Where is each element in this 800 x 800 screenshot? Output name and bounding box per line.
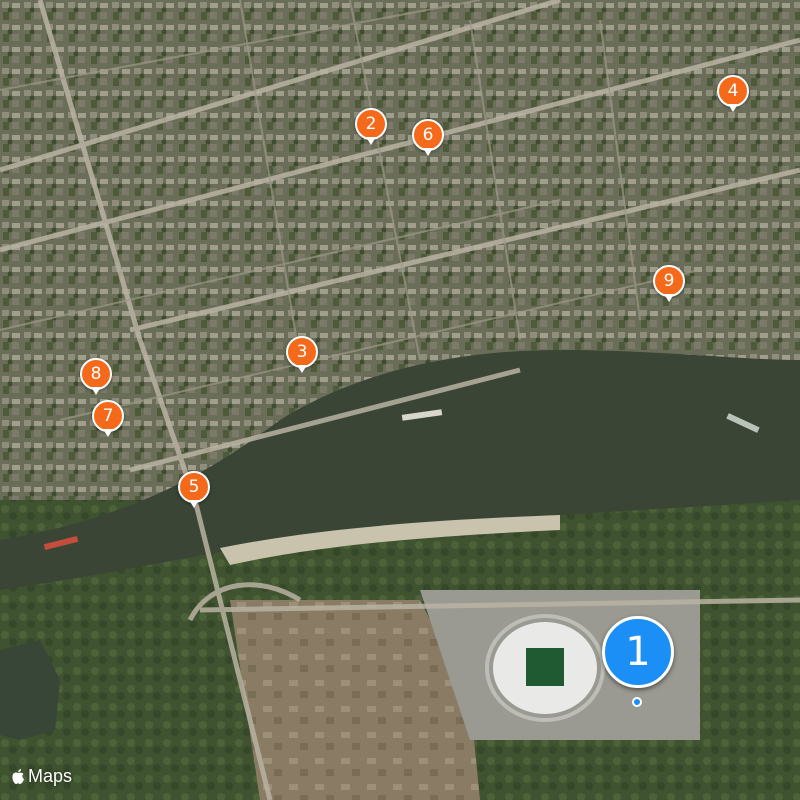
map-pin-5[interactable]: 5 <box>178 471 210 511</box>
pin-tail <box>664 294 674 302</box>
maps-attribution[interactable]: Maps <box>10 766 72 787</box>
pin-tail <box>297 365 307 373</box>
location-dot <box>632 697 642 707</box>
map-pin-8[interactable]: 8 <box>80 358 112 398</box>
map-pin-icon: 2 <box>365 114 377 134</box>
map-pin-icon: 5 <box>188 477 200 497</box>
map-pin-3[interactable]: 3 <box>286 336 318 376</box>
map-pin-6[interactable]: 6 <box>412 119 444 159</box>
map-pin-7[interactable]: 7 <box>92 400 124 440</box>
pin-tail <box>91 387 101 395</box>
pin-tail <box>103 429 113 437</box>
selected-location-pin-icon: 1 <box>625 629 651 675</box>
pin-tail <box>366 137 376 145</box>
maps-brand-label: Maps <box>28 766 73 786</box>
map-pin-9[interactable]: 9 <box>653 265 685 305</box>
map-pin-icon: 9 <box>663 271 675 291</box>
map-pin-icon: 4 <box>727 81 739 101</box>
map-pin-2[interactable]: 2 <box>355 108 387 148</box>
map-pin-icon: 8 <box>90 364 102 384</box>
map-pin-icon: 7 <box>102 406 114 426</box>
map-pin-icon: 6 <box>422 125 434 145</box>
pin-tail <box>728 104 738 112</box>
satellite-map[interactable]: 2 6 4 9 3 8 7 5 1 Maps <box>0 0 800 800</box>
map-pin-icon: 3 <box>296 342 308 362</box>
selected-location-pin[interactable]: 1 <box>602 616 676 712</box>
apple-logo-icon <box>12 768 24 784</box>
pin-tail <box>423 148 433 156</box>
pin-tail <box>189 500 199 508</box>
map-pin-4[interactable]: 4 <box>717 75 749 115</box>
